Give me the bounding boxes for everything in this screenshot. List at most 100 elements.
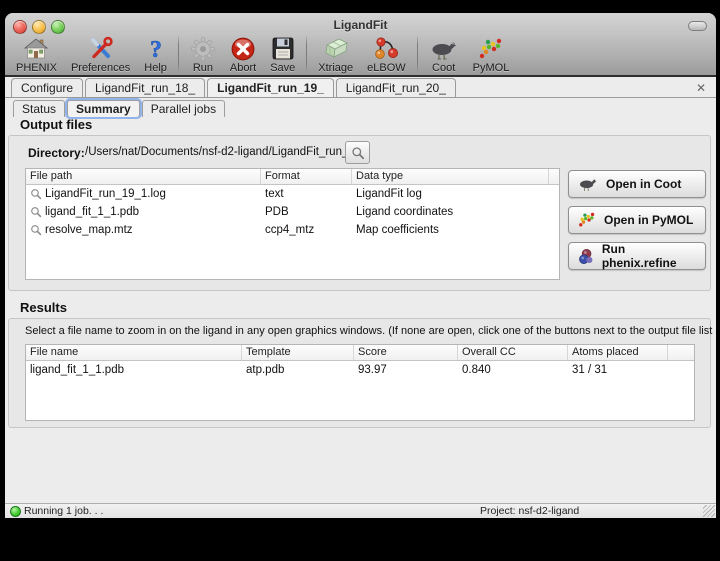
save-button-label: Save <box>270 62 295 75</box>
table-row[interactable]: ligand_fit_1_1.pdb atp.pdb 93.97 0.840 3… <box>26 361 694 379</box>
tab-summary[interactable]: Summary <box>67 100 140 117</box>
pymol-button-label: PyMOL <box>473 62 510 75</box>
tab-status[interactable]: Status <box>13 100 65 117</box>
tab-ligandfit-run-19[interactable]: LigandFit_run_19_ <box>207 78 334 97</box>
results-table: File name Template Score Overall CC Atom… <box>25 344 695 421</box>
open-in-coot-label: Open in Coot <box>606 177 681 191</box>
col-file-path[interactable]: File path <box>26 169 261 184</box>
magnifier-icon <box>30 206 42 218</box>
resize-grip[interactable] <box>703 505 715 517</box>
abort-button-label: Abort <box>230 62 256 75</box>
coot-bird-icon <box>429 35 459 62</box>
run-tab-bar: Configure LigandFit_run_18_ LigandFit_ru… <box>5 79 716 98</box>
template-cell: atp.pdb <box>242 364 354 376</box>
col-file-name[interactable]: File name <box>26 345 242 360</box>
output-files-table: File path Format Data type LigandFit_run… <box>25 168 560 280</box>
tab-ligandfit-run-18[interactable]: LigandFit_run_18_ <box>85 78 205 97</box>
xtriage-crystal-icon <box>321 35 351 62</box>
help-question-icon: ? <box>145 35 167 62</box>
refine-spheres-icon <box>577 247 595 266</box>
svg-text:?: ? <box>150 37 162 62</box>
tab-ligandfit-run-20[interactable]: LigandFit_run_20_ <box>336 78 456 97</box>
col-format[interactable]: Format <box>261 169 352 184</box>
file-path-cell: resolve_map.mtz <box>45 224 133 236</box>
xtriage-button[interactable]: Xtriage <box>311 33 360 75</box>
save-button[interactable]: Save <box>263 33 302 75</box>
coot-button[interactable]: Coot <box>422 33 466 75</box>
ligandfit-window: LigandFit PHENIX <box>5 13 716 518</box>
run-phenix-refine-label: Run phenix.refine <box>602 242 697 270</box>
tab-parallel-jobs[interactable]: Parallel jobs <box>142 100 225 117</box>
atoms-placed-cell: 31 / 31 <box>568 364 668 376</box>
xtriage-button-label: Xtriage <box>318 62 353 75</box>
results-heading: Results <box>20 300 67 315</box>
toolbar: PHENIX Preferences ? <box>9 33 516 75</box>
pymol-ribbon-icon <box>577 211 597 229</box>
preferences-button-label: Preferences <box>71 62 130 75</box>
data-type-cell: Ligand coordinates <box>352 206 549 218</box>
toolbar-toggle-lozenge[interactable] <box>688 21 707 31</box>
coot-bird-icon <box>577 175 599 193</box>
abort-button[interactable]: Abort <box>223 33 263 75</box>
running-status-text: Running 1 job. . . <box>24 505 103 517</box>
project-label: Project: nsf-d2-ligand <box>480 505 579 517</box>
directory-path: /Users/nat/Documents/nsf-d2-ligand/Ligan… <box>85 146 368 158</box>
open-in-coot-button[interactable]: Open in Coot <box>568 170 706 198</box>
running-status-icon <box>10 506 21 517</box>
help-button[interactable]: ? Help <box>137 33 174 75</box>
format-cell: PDB <box>261 206 352 218</box>
status-bar: Running 1 job. . . Project: nsf-d2-ligan… <box>5 503 716 518</box>
output-files-heading: Output files <box>20 117 92 132</box>
table-row[interactable]: ligand_fit_1_1.pdb PDB Ligand coordinate… <box>26 203 559 221</box>
format-cell: ccp4_mtz <box>261 224 352 236</box>
help-button-label: Help <box>144 62 167 75</box>
run-gear-icon <box>190 35 216 62</box>
window-header: LigandFit PHENIX <box>5 13 716 77</box>
col-template[interactable]: Template <box>242 345 354 360</box>
elbow-button[interactable]: eLBOW <box>360 33 413 75</box>
phenix-button[interactable]: PHENIX <box>9 33 64 75</box>
abort-x-icon <box>230 35 256 62</box>
col-atoms-placed[interactable]: Atoms placed <box>568 345 668 360</box>
file-name-cell: ligand_fit_1_1.pdb <box>26 364 242 376</box>
toolbar-separator <box>417 35 418 73</box>
directory-label: Directory: <box>28 146 85 160</box>
magnifier-icon <box>351 146 365 160</box>
elbow-molecule-icon <box>372 35 400 62</box>
phenix-button-label: PHENIX <box>16 62 57 75</box>
magnifier-icon <box>30 224 42 236</box>
browse-directory-button[interactable] <box>345 141 370 164</box>
output-files-table-header: File path Format Data type <box>26 169 559 185</box>
results-caption: Select a file name to zoom in on the lig… <box>25 325 716 337</box>
pymol-button[interactable]: PyMOL <box>466 33 517 75</box>
file-path-cell: ligand_fit_1_1.pdb <box>45 206 139 218</box>
col-score[interactable]: Score <box>354 345 458 360</box>
run-phenix-refine-button[interactable]: Run phenix.refine <box>568 242 706 270</box>
close-tab-icon[interactable]: ✕ <box>696 82 706 94</box>
run-button-label: Run <box>193 62 213 75</box>
run-button[interactable]: Run <box>183 33 223 75</box>
col-overall-cc[interactable]: Overall CC <box>458 345 568 360</box>
coot-button-label: Coot <box>432 62 455 75</box>
toolbar-separator <box>306 35 307 73</box>
score-cell: 93.97 <box>354 364 458 376</box>
elbow-button-label: eLBOW <box>367 62 406 75</box>
magnifier-icon <box>30 188 42 200</box>
preferences-button[interactable]: Preferences <box>64 33 137 75</box>
overall-cc-cell: 0.840 <box>458 364 568 376</box>
open-in-pymol-label: Open in PyMOL <box>604 213 693 227</box>
table-row[interactable]: resolve_map.mtz ccp4_mtz Map coefficient… <box>26 221 559 239</box>
format-cell: text <box>261 188 352 200</box>
save-floppy-icon <box>271 35 295 62</box>
col-stub <box>549 169 559 184</box>
col-data-type[interactable]: Data type <box>352 169 549 184</box>
toolbar-separator <box>178 35 179 73</box>
results-table-header: File name Template Score Overall CC Atom… <box>26 345 694 361</box>
preferences-tools-icon <box>88 35 114 62</box>
tab-configure[interactable]: Configure <box>11 78 83 97</box>
table-row[interactable]: LigandFit_run_19_1.log text LigandFit lo… <box>26 185 559 203</box>
open-in-pymol-button[interactable]: Open in PyMOL <box>568 206 706 234</box>
page-tab-bar: Status Summary Parallel jobs <box>13 100 227 117</box>
pymol-ribbon-icon <box>477 35 505 62</box>
data-type-cell: Map coefficients <box>352 224 549 236</box>
